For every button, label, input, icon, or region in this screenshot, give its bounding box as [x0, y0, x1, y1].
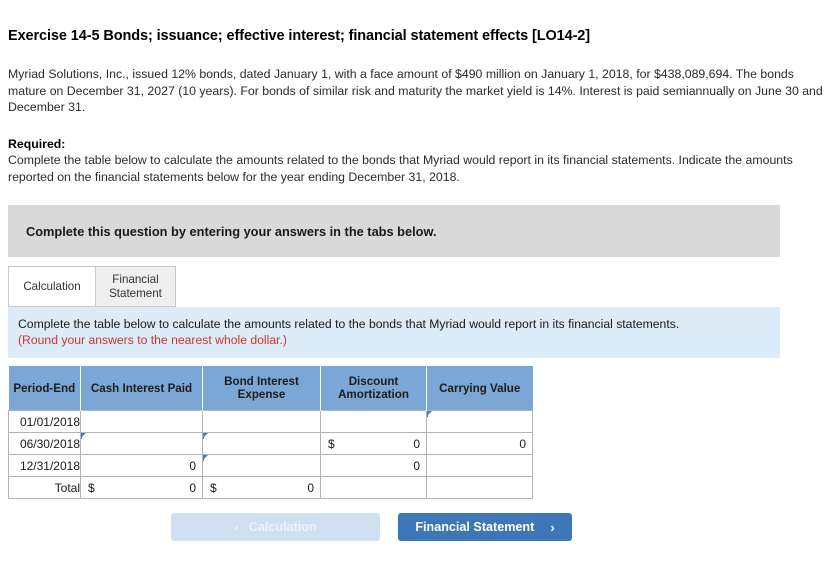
- tab-financial-statement[interactable]: Financial Statement: [96, 266, 176, 307]
- calculation-table-wrapper: Period-End Cash Interest Paid Bond Inter…: [8, 366, 827, 499]
- round-instruction-box: Complete the table below to calculate th…: [8, 307, 780, 358]
- cell-discount-amortization-total: [320, 476, 427, 499]
- cell-cash-interest-paid-12312018[interactable]: 0: [80, 454, 203, 477]
- prev-calculation-button[interactable]: ‹ Calculation: [171, 513, 380, 541]
- chevron-right-icon: ›: [550, 519, 555, 535]
- cell-cash-interest-paid-06302018[interactable]: [80, 432, 203, 455]
- cell-content: $ 0: [321, 433, 426, 454]
- tab-financial-statement-label-line2: Statement: [109, 286, 162, 300]
- chevron-left-icon: ‹: [234, 519, 239, 535]
- cell-content: [427, 411, 532, 432]
- table-row: 01/01/2018: [8, 410, 533, 433]
- round-instruction-line2: (Round your answers to the nearest whole…: [18, 333, 287, 347]
- cell-content: [81, 411, 202, 432]
- cell-discount-amortization-01012018[interactable]: [320, 410, 427, 433]
- column-header-discount-amortization: Discount Amortization: [320, 366, 427, 411]
- navigation-bar: ‹ Calculation Financial Statement ›: [8, 513, 827, 541]
- tab-calculation-label: Calculation: [23, 279, 81, 293]
- column-header-discount-amortization-line2: Amortization: [338, 388, 409, 401]
- column-header-cash-interest-paid: Cash Interest Paid: [80, 366, 203, 411]
- cell-content: $ 0: [81, 477, 202, 498]
- cell-value: [321, 477, 426, 498]
- exercise-page: Exercise 14-5 Bonds; issuance; effective…: [0, 28, 835, 541]
- tab-bar: Calculation Financial Statement: [8, 265, 827, 307]
- cell-discount-amortization-06302018[interactable]: $ 0: [320, 432, 427, 455]
- cell-value: 0: [519, 436, 526, 451]
- cell-value: [427, 477, 532, 498]
- calculation-table: Period-End Cash Interest Paid Bond Inter…: [8, 366, 533, 499]
- column-header-bond-interest-expense: Bond Interest Expense: [202, 366, 321, 411]
- cell-carrying-value-12312018[interactable]: [426, 454, 533, 477]
- cell-value: [427, 455, 532, 476]
- currency-symbol: $: [210, 480, 217, 495]
- column-header-bond-interest-expense-line2: Expense: [237, 388, 286, 401]
- problem-statement: Myriad Solutions, Inc., issued 12% bonds…: [8, 67, 823, 114]
- round-instruction-line1: Complete the table below to calculate th…: [18, 317, 680, 331]
- cell-discount-amortization-12312018[interactable]: 0: [320, 454, 427, 477]
- instruction-banner-text: Complete this question by entering your …: [26, 223, 437, 239]
- instruction-banner: Complete this question by entering your …: [8, 205, 780, 257]
- table-row-total: Total $ 0 $ 0: [8, 476, 533, 499]
- table-row: 12/31/2018 0 0: [8, 454, 533, 477]
- cell-content: [203, 411, 320, 432]
- tab-calculation[interactable]: Calculation: [8, 266, 96, 307]
- required-section: Required: Complete the table below to ca…: [8, 136, 827, 186]
- cell-period-12312018: 12/31/2018: [8, 454, 81, 477]
- required-label: Required:: [8, 136, 66, 151]
- cell-content: [203, 433, 320, 454]
- cell-bond-interest-expense-12312018[interactable]: [202, 454, 321, 477]
- tab-financial-statement-label-line1: Financial: [112, 273, 159, 286]
- cell-period-01012018: 01/01/2018: [8, 410, 81, 433]
- column-header-bond-interest-expense-line1: Bond Interest: [224, 375, 299, 388]
- cell-period-total: Total: [8, 476, 81, 499]
- next-financial-statement-button[interactable]: Financial Statement ›: [398, 513, 572, 541]
- cell-value: 0: [413, 436, 420, 451]
- cell-value: 0: [307, 480, 314, 495]
- required-text: Complete the table below to calculate th…: [8, 153, 793, 184]
- cell-content: [81, 433, 202, 454]
- cell-carrying-value-01012018[interactable]: [426, 410, 533, 433]
- currency-symbol: $: [88, 480, 95, 495]
- next-financial-statement-label: Financial Statement: [415, 520, 535, 534]
- cell-content: $ 0: [203, 477, 320, 498]
- column-header-discount-amortization-line1: Discount: [348, 375, 399, 388]
- page-title: Exercise 14-5 Bonds; issuance; effective…: [8, 28, 590, 44]
- cell-period-06302018: 06/30/2018: [8, 432, 81, 455]
- cell-value: 0: [189, 480, 196, 495]
- cell-content: [321, 411, 426, 432]
- cell-bond-interest-expense-01012018[interactable]: [202, 410, 321, 433]
- cell-content: [203, 455, 320, 476]
- currency-symbol: $: [328, 436, 335, 451]
- cell-bond-interest-expense-06302018[interactable]: [202, 432, 321, 455]
- cell-cash-interest-paid-01012018[interactable]: [80, 410, 203, 433]
- table-header-row: Period-End Cash Interest Paid Bond Inter…: [8, 366, 533, 411]
- table-row: 06/30/2018 $ 0 0: [8, 432, 533, 455]
- cell-cash-interest-paid-total: $ 0: [80, 476, 203, 499]
- cell-value: 0: [413, 458, 420, 473]
- tab-financial-statement-label: Financial Statement: [109, 273, 162, 300]
- cell-carrying-value-total: [426, 476, 533, 499]
- cell-value: 0: [189, 458, 196, 473]
- column-header-period-end: Period-End: [8, 366, 81, 411]
- prev-calculation-label: Calculation: [248, 520, 317, 534]
- cell-bond-interest-expense-total: $ 0: [202, 476, 321, 499]
- column-header-carrying-value: Carrying Value: [426, 366, 533, 411]
- cell-carrying-value-06302018[interactable]: 0: [426, 432, 533, 455]
